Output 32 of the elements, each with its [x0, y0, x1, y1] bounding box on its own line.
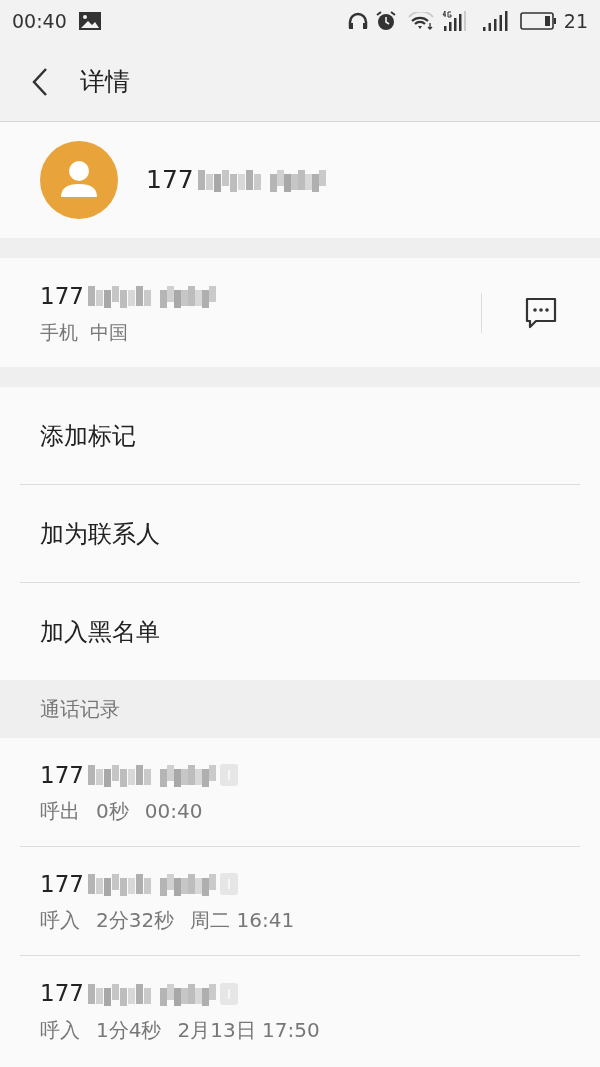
action-item[interactable]: 添加标记: [20, 387, 580, 484]
status-time: 00:40: [12, 8, 67, 34]
call-direction: 呼入: [40, 1016, 80, 1044]
section-header: 通话记录: [40, 696, 120, 723]
back-icon: [31, 66, 49, 97]
headphones-icon: [347, 12, 368, 30]
call-time: 00:40: [144, 798, 203, 826]
call-direction: 呼入: [40, 907, 80, 935]
avatar-icon: [40, 141, 118, 219]
page-title: 详情: [80, 65, 130, 98]
log-number: 177: [40, 979, 84, 1009]
alarm-icon: [375, 11, 396, 31]
message-icon: [524, 296, 558, 329]
wifi-icon: [407, 12, 434, 30]
call-time: 周二 16:41: [190, 907, 295, 935]
action-item[interactable]: 加入黑名单: [20, 583, 580, 680]
battery-percent: 21: [563, 8, 588, 34]
log-number: 177: [40, 760, 84, 790]
image-icon: [78, 12, 101, 30]
call-time: 2月13日 17:50: [177, 1016, 320, 1044]
contact-number: 177: [146, 164, 194, 197]
number-region: 中国: [90, 319, 128, 345]
log-number: 177: [40, 869, 84, 899]
call-duration: 2分32秒: [96, 907, 175, 935]
call-direction: 呼出: [40, 798, 80, 826]
signal-icon: [481, 11, 508, 31]
call-duration: 1分4秒: [96, 1016, 162, 1044]
call-duration: 0秒: [96, 798, 129, 826]
phone-number: 177: [40, 282, 84, 311]
action-item[interactable]: 加为联系人: [20, 485, 580, 582]
battery-icon: [519, 12, 556, 30]
number-type: 手机: [40, 319, 78, 345]
